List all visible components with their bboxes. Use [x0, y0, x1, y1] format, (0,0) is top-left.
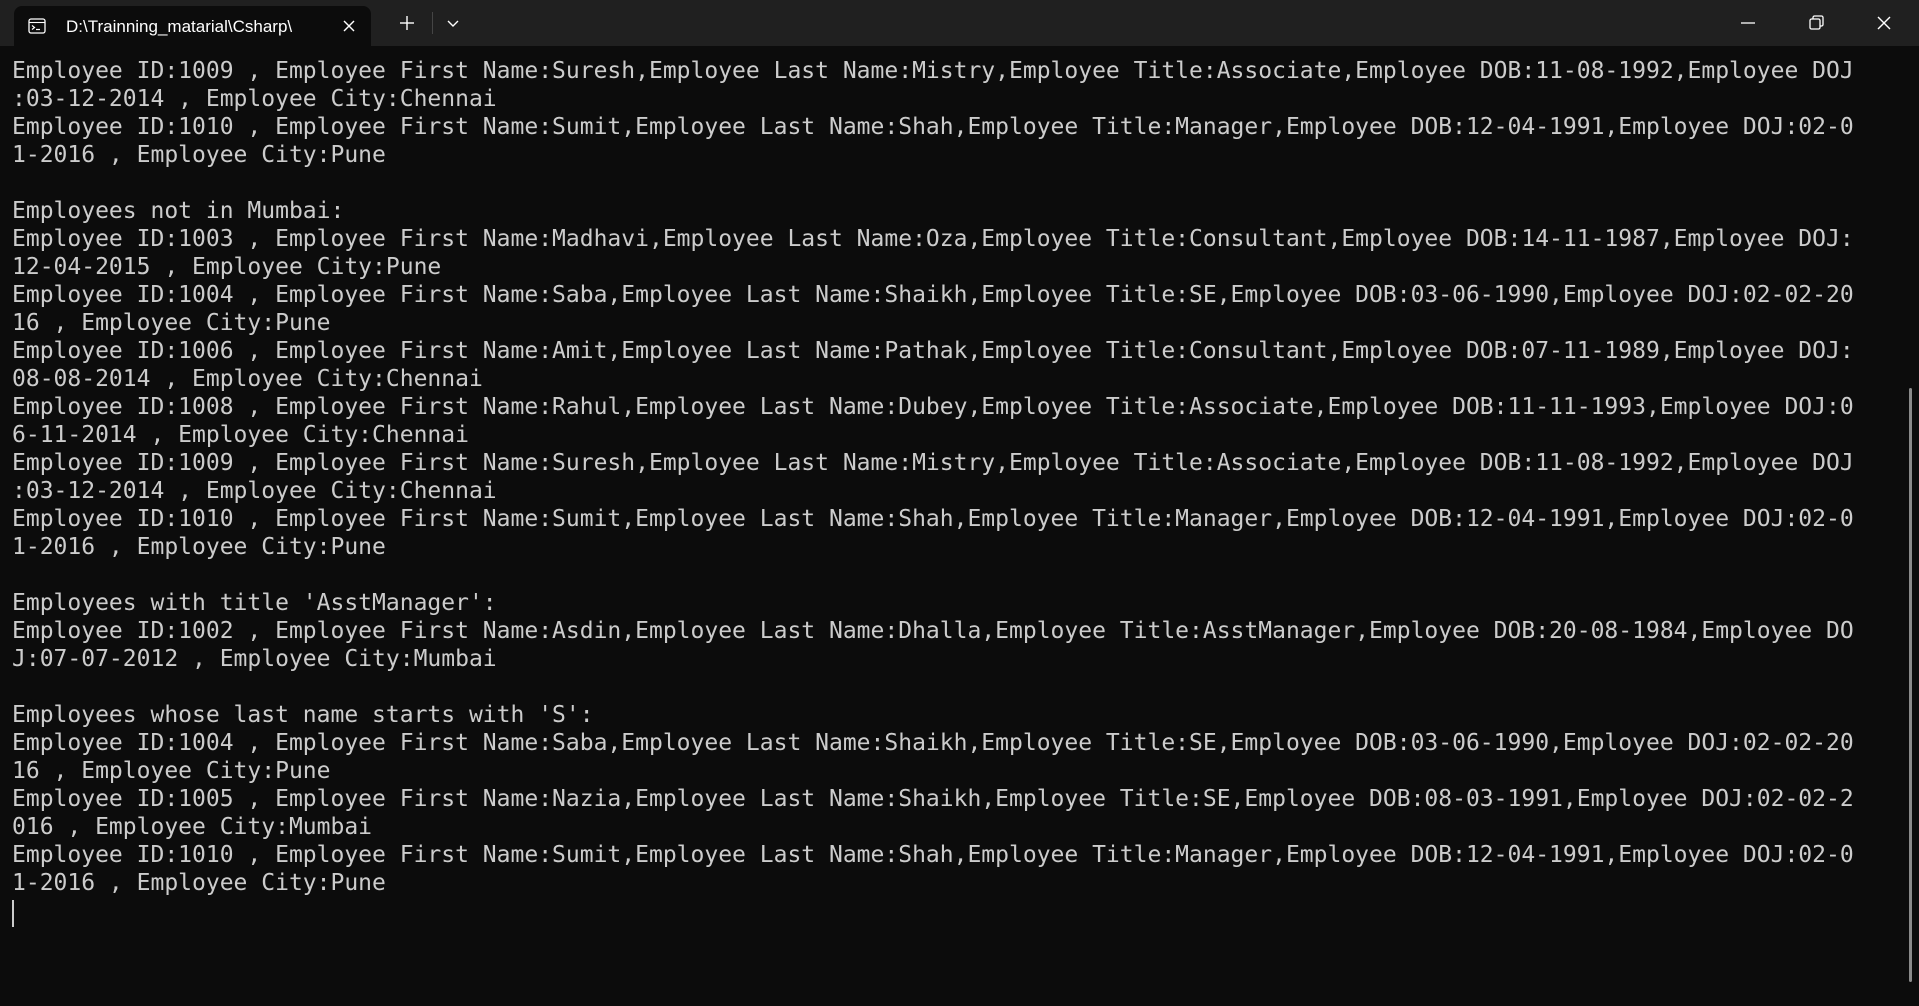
- tab-divider: [432, 12, 433, 34]
- terminal-icon: [28, 17, 46, 35]
- restore-icon: [1809, 15, 1824, 30]
- text-cursor: [12, 900, 14, 927]
- close-window-button[interactable]: [1850, 0, 1918, 46]
- tab-title: D:\Trainning_matarial\Csharp\: [66, 17, 293, 36]
- restore-button[interactable]: [1782, 0, 1850, 46]
- minimize-icon: [1741, 22, 1755, 24]
- tab-active[interactable]: D:\Trainning_matarial\Csharp\: [14, 6, 371, 46]
- plus-icon[interactable]: [392, 8, 422, 38]
- chevron-down-icon[interactable]: [438, 8, 468, 38]
- minimize-button[interactable]: [1714, 0, 1782, 46]
- close-icon[interactable]: [338, 15, 360, 37]
- scrollbar[interactable]: [1909, 388, 1912, 982]
- close-icon: [1877, 16, 1891, 30]
- title-bar: D:\Trainning_matarial\Csharp\: [0, 0, 1919, 46]
- terminal-window: D:\Trainning_matarial\Csharp\ Employee I…: [0, 0, 1919, 1006]
- console-output[interactable]: Employee ID:1009 , Employee First Name:S…: [12, 57, 1892, 997]
